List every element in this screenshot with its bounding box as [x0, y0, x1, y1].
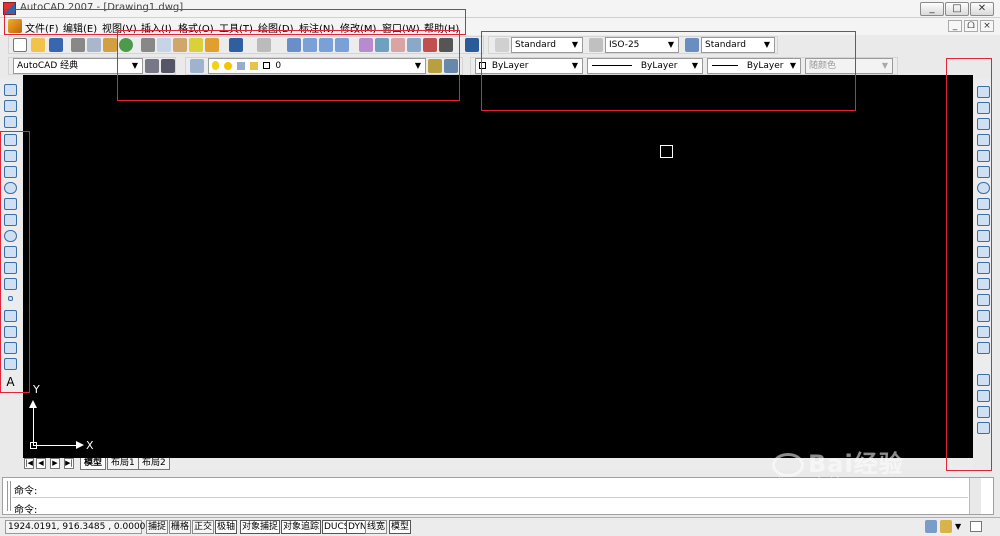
line-icon[interactable]	[4, 84, 17, 96]
open-icon[interactable]	[31, 38, 45, 52]
annotation-box-draw-toolbar	[0, 131, 30, 393]
minimize-button[interactable]: _	[920, 2, 944, 16]
polar-toggle[interactable]: 极轴	[215, 520, 238, 534]
status-menu-arrow-icon[interactable]: ▼	[955, 520, 965, 533]
construction-line-icon[interactable]	[4, 100, 17, 112]
toolbar-lock-icon[interactable]	[940, 520, 952, 533]
ucs-y-axis	[33, 402, 34, 446]
command-scrollbar[interactable]	[969, 478, 981, 514]
doc-minimize-button[interactable]: _	[948, 20, 962, 32]
publish-icon[interactable]	[103, 38, 117, 52]
ucs-x-arrow-icon	[76, 441, 84, 449]
command-history-line: 命令:	[14, 486, 38, 497]
drawing-canvas[interactable]	[23, 75, 973, 458]
doc-restore-button[interactable]: ᗝ	[964, 20, 978, 32]
ucs-y-label: Y	[33, 383, 40, 396]
polyline-icon[interactable]	[4, 116, 17, 128]
last-tab-button[interactable]: ▶|	[64, 458, 74, 469]
crosshair-pickbox	[660, 145, 673, 158]
print-icon[interactable]	[71, 38, 85, 52]
save-icon[interactable]	[49, 38, 63, 52]
ucs-x-label: X	[86, 439, 94, 452]
previous-tab-button[interactable]: ◀	[36, 458, 46, 469]
ortho-toggle[interactable]: 正交	[192, 520, 215, 534]
new-icon[interactable]	[13, 38, 27, 52]
baidu-paw-icon	[772, 453, 804, 477]
tab-model[interactable]: 模型	[80, 458, 107, 470]
watermark-brand-suffix: 经验	[853, 450, 904, 478]
ucs-x-axis	[33, 445, 79, 446]
watermark-url: jingyan.baidu.com	[778, 476, 871, 487]
annotation-box-styles	[481, 31, 856, 111]
close-button[interactable]: ✕	[970, 2, 994, 16]
baidu-watermark: Bai经验	[772, 444, 904, 479]
tab-layout2[interactable]: 布局2	[138, 458, 170, 470]
command-window-grip[interactable]	[7, 481, 11, 511]
communication-center-icon[interactable]	[925, 520, 937, 533]
next-tab-button[interactable]: ▶	[50, 458, 60, 469]
chevron-down-icon: ▼	[881, 61, 889, 70]
annotation-box-toolbars	[117, 30, 460, 101]
coordinate-display[interactable]: 1924.0191, 916.3485 , 0.0000	[5, 520, 145, 534]
command-divider	[12, 497, 968, 498]
ucs-origin-icon	[30, 442, 37, 449]
otrack-toggle[interactable]: 对象追踪	[281, 520, 322, 534]
model-toggle[interactable]: 模型	[389, 520, 412, 534]
doc-close-button[interactable]: ×	[980, 20, 994, 32]
command-input[interactable]: 命令:	[14, 501, 37, 516]
maximize-button[interactable]: □	[945, 2, 969, 16]
first-tab-button[interactable]: |◀	[24, 458, 34, 469]
clean-screen-icon[interactable]	[970, 521, 982, 532]
tab-layout1[interactable]: 布局1	[107, 458, 139, 470]
workspace-value: AutoCAD 经典	[17, 61, 79, 71]
osnap-toggle[interactable]: 对象捕捉	[240, 520, 281, 534]
status-bar: 1924.0191, 916.3485 , 0.0000 捕捉 栅格 正交 极轴…	[0, 517, 1000, 536]
snap-toggle[interactable]: 捕捉	[146, 520, 169, 534]
grid-toggle[interactable]: 栅格	[169, 520, 192, 534]
watermark-brand: Bai	[808, 450, 854, 478]
help-icon[interactable]	[465, 38, 479, 52]
plot-preview-icon[interactable]	[87, 38, 101, 52]
lineweight-toggle[interactable]: 线宽	[365, 520, 388, 534]
ucs-y-arrow-icon	[29, 400, 37, 408]
annotation-box-modify-toolbar	[946, 58, 992, 471]
